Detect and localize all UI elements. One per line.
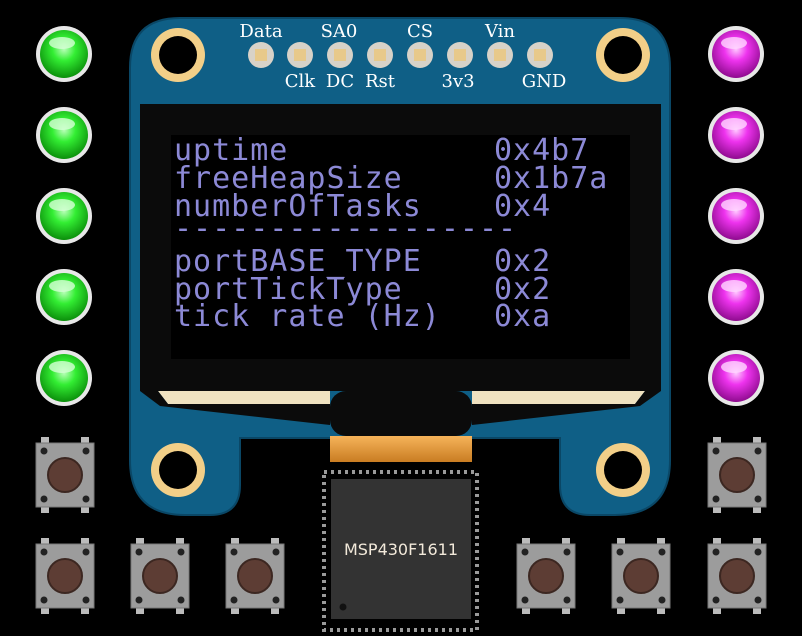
pin-label-cs: CS [407,21,433,42]
push-button[interactable] [225,538,285,614]
pin-label-sa0: SA0 [321,21,358,42]
led-column-magenta [708,26,764,406]
push-button[interactable] [35,538,95,614]
push-button[interactable] [707,437,767,513]
mcu-label: MSP430F1611 [344,540,458,559]
push-button[interactable] [130,538,190,614]
header-pin[interactable] [248,42,274,68]
header-pin[interactable] [447,42,473,68]
header-pin[interactable] [487,42,513,68]
magenta-led [708,26,764,82]
header-pin[interactable] [407,42,433,68]
mcu-chip: MSP430F1611 [322,470,479,632]
oled-row-key: tick rate (Hz) [174,299,441,334]
header-pin[interactable] [287,42,313,68]
header-pin[interactable] [327,42,353,68]
push-button[interactable] [516,538,576,614]
pin-label-rst: Rst [365,71,396,92]
push-button[interactable] [707,538,767,614]
mounting-hole-bottom-right [596,443,650,497]
pin-label-vin: Vin [484,21,515,42]
header-pin[interactable] [527,42,553,68]
pin-label-clk: Clk [285,71,317,92]
green-led [36,107,92,163]
magenta-led [708,350,764,406]
mounting-hole-top-right [596,28,650,82]
push-button[interactable] [35,437,95,513]
magenta-led [708,269,764,325]
mounting-hole-bottom-left [151,443,205,497]
oled-row-value: 0xa [494,299,551,334]
pin-label-3v3: 3v3 [441,71,474,92]
green-led [36,188,92,244]
magenta-led [708,107,764,163]
pin-label-dc: DC [326,71,354,92]
pin-label-data: Data [239,21,282,42]
device-board: Data SA0 CS Vin Clk DC Rst 3v3 GND uptim… [35,17,767,632]
green-led [36,350,92,406]
pin-label-gnd: GND [522,71,567,92]
led-column-green [36,26,92,406]
header-pin[interactable] [367,42,393,68]
green-led [36,269,92,325]
mounting-hole-top-left [151,28,205,82]
push-button[interactable] [611,538,671,614]
green-led [36,26,92,82]
oled-divider: ------------------ [174,211,517,246]
magenta-led [708,188,764,244]
